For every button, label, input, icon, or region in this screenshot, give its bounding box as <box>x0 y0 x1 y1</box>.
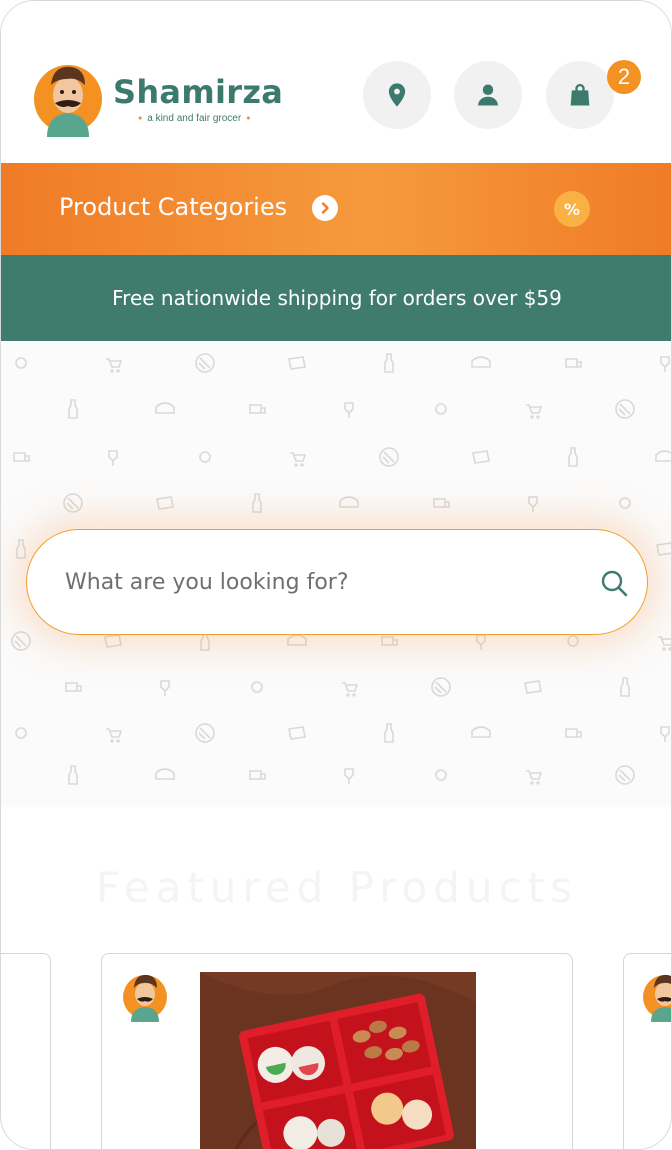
product-image[interactable] <box>200 972 476 1149</box>
featured-products-title: Featured Products <box>95 863 579 912</box>
product-card[interactable] <box>623 953 671 1149</box>
product-categories-bar[interactable]: Product Categories % <box>1 163 671 255</box>
search-icon[interactable] <box>599 568 629 598</box>
mascot-avatar-icon <box>643 974 671 1022</box>
app-frame: Shamirza a kind and fair grocer 2 Produc… <box>0 0 672 1150</box>
brand-logo[interactable]: Shamirza a kind and fair grocer <box>33 59 283 139</box>
search-bar <box>26 529 648 635</box>
cart-button[interactable] <box>546 61 614 129</box>
location-pin-icon <box>388 83 406 107</box>
account-button[interactable] <box>454 61 522 129</box>
product-card[interactable] <box>101 953 573 1149</box>
percent-icon[interactable]: % <box>554 191 590 227</box>
mascot-avatar-icon <box>34 65 102 137</box>
product-card[interactable] <box>1 953 51 1149</box>
header: Shamirza a kind and fair grocer 2 <box>1 1 671 163</box>
shipping-banner-text: Free nationwide shipping for orders over… <box>112 286 562 310</box>
cart-count-badge: 2 <box>607 60 641 94</box>
location-button[interactable] <box>363 61 431 129</box>
product-categories-label: Product Categories <box>59 193 288 221</box>
chevron-right-icon <box>312 195 338 221</box>
brand-name: Shamirza <box>113 73 284 111</box>
search-input[interactable] <box>65 558 565 606</box>
shopping-bag-icon <box>570 83 590 106</box>
brand-tagline: a kind and fair grocer <box>133 113 255 124</box>
user-icon <box>478 84 498 106</box>
mascot-avatar-icon <box>123 974 167 1022</box>
shipping-banner: Free nationwide shipping for orders over… <box>1 255 671 341</box>
